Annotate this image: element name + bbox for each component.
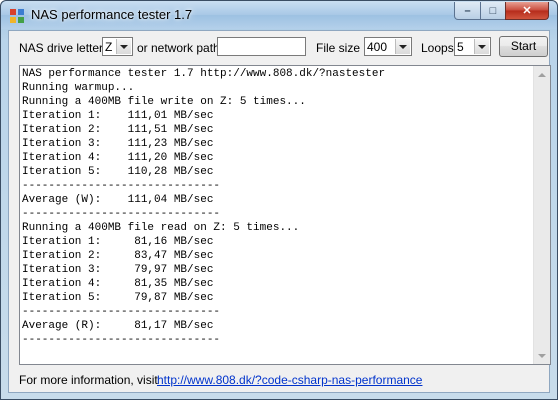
chevron-down-icon[interactable] bbox=[116, 39, 131, 54]
more-info-link[interactable]: http://www.808.dk/?code-csharp-nas-perfo… bbox=[157, 373, 422, 387]
app-icon bbox=[10, 9, 24, 23]
minimize-icon: – bbox=[464, 4, 471, 17]
drive-letter-select[interactable]: Z bbox=[102, 37, 133, 56]
client-area: NAS drive letter Z or network path File … bbox=[8, 30, 551, 393]
loops-select[interactable]: 5 bbox=[454, 37, 491, 56]
loops-label: Loops bbox=[421, 41, 454, 55]
close-icon: ✕ bbox=[522, 5, 532, 17]
chevron-down-icon[interactable] bbox=[474, 39, 489, 54]
scroll-up-icon[interactable] bbox=[534, 66, 550, 83]
chevron-down-icon[interactable] bbox=[395, 39, 410, 54]
scroll-down-icon[interactable] bbox=[534, 347, 550, 364]
title-bar[interactable]: NAS performance tester 1.7 – □ ✕ bbox=[1, 1, 557, 29]
app-window: NAS performance tester 1.7 – □ ✕ NAS dri… bbox=[0, 0, 558, 400]
file-size-label: File size bbox=[316, 41, 361, 55]
vertical-scrollbar[interactable] bbox=[533, 66, 550, 364]
file-size-value: 400 bbox=[367, 40, 388, 54]
close-button[interactable]: ✕ bbox=[505, 2, 549, 20]
network-path-input[interactable] bbox=[217, 37, 306, 56]
maximize-button[interactable]: □ bbox=[480, 2, 506, 20]
network-path-label: or network path bbox=[137, 41, 220, 55]
drive-letter-value: Z bbox=[105, 40, 113, 54]
window-title: NAS performance tester 1.7 bbox=[31, 7, 193, 22]
settings-row: NAS drive letter Z or network path File … bbox=[9, 31, 549, 61]
output-log-text: NAS performance tester 1.7 http://www.80… bbox=[22, 68, 386, 346]
loops-value: 5 bbox=[457, 40, 464, 54]
more-info-label: For more information, visit bbox=[19, 373, 158, 387]
start-button[interactable]: Start bbox=[499, 36, 548, 57]
output-log[interactable]: NAS performance tester 1.7 http://www.80… bbox=[19, 65, 551, 365]
maximize-icon: □ bbox=[489, 4, 497, 17]
drive-letter-label: NAS drive letter bbox=[19, 41, 104, 55]
minimize-button[interactable]: – bbox=[454, 2, 481, 20]
file-size-select[interactable]: 400 bbox=[364, 37, 412, 56]
